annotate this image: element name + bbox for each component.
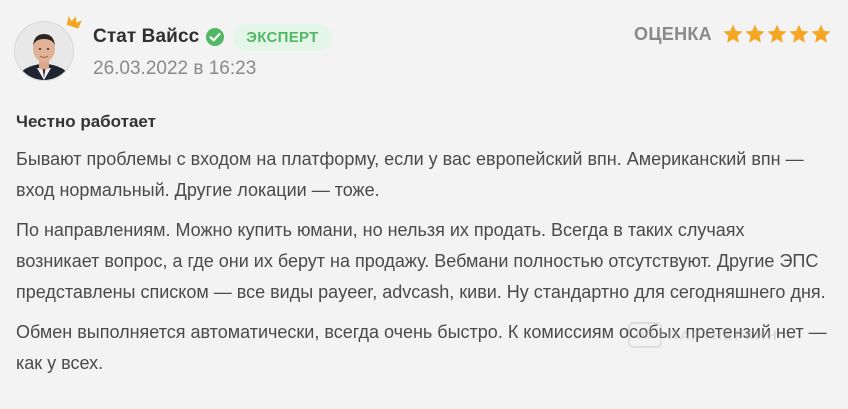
watermark-text: ПАРТНЕРКИН [668,327,779,343]
review-paragraph: По направлениям. Можно купить юмани, но … [16,220,826,302]
review-body: Бывают проблемы с входом на платформу, е… [16,144,831,388]
watermark: ПАРТНЕРКИН [628,322,778,348]
review-paragraph: Бывают проблемы с входом на платформу, е… [16,149,804,200]
author-name[interactable]: Стат Вайсс [93,26,199,48]
star-icon [811,24,831,43]
review-title: Честно работает [16,112,156,131]
expert-badge: ЭКСПЕРТ [233,23,332,51]
star-icon [789,24,809,43]
rating-label: ОЦЕНКА [634,23,712,44]
star-icon [745,24,765,43]
star-icon [723,24,743,43]
author-row: Стат Вайсс ЭКСПЕРТ [93,22,332,52]
crown-icon [66,16,82,29]
star-icon [767,24,787,43]
partnerkin-logo-icon [628,322,662,348]
rating-stars [722,23,832,45]
rating: ОЦЕНКА [634,23,832,45]
avatar-container [14,16,82,81]
review-card: Стат Вайсс ЭКСПЕРТ 26.03.2022 в 16:23 ОЦ… [0,0,848,409]
review-date: 26.03.2022 в 16:23 [93,58,257,79]
verified-check-icon [206,28,225,46]
